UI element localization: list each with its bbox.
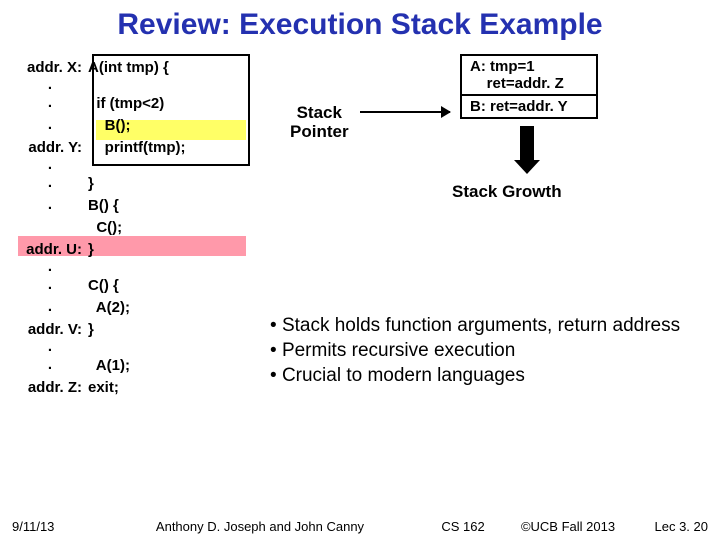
footer-lec: Lec 3. 20 — [638, 519, 708, 534]
footer-course: CS 162 — [428, 519, 498, 534]
bullet-list: Stack holds function arguments, return a… — [270, 314, 700, 390]
stack-growth-label: Stack Growth — [452, 182, 562, 202]
footer-copyright: ©UCB Fall 2013 — [498, 519, 638, 534]
addr-z: addr. Z: — [18, 379, 88, 396]
addr-y: addr. Y: — [18, 139, 88, 156]
bullet-item: Crucial to modern languages — [270, 364, 700, 387]
addr-x: addr. X: — [18, 59, 88, 76]
bullet-item: Permits recursive execution — [270, 339, 700, 362]
slide-title: Review: Execution Stack Example — [0, 0, 720, 56]
footer: 9/11/13 Anthony D. Joseph and John Canny… — [0, 519, 720, 534]
stack-pointer-label: Stack Pointer — [290, 104, 349, 141]
code-listing: addr. X:A(int tmp) { . . if (tmp<2) . B(… — [18, 56, 258, 398]
addr-v: addr. V: — [18, 321, 88, 338]
footer-authors: Anthony D. Joseph and John Canny — [92, 519, 428, 534]
stack-growth-arrow — [520, 126, 534, 162]
footer-date: 9/11/13 — [12, 519, 92, 534]
bullet-item: Stack holds function arguments, return a… — [270, 314, 700, 337]
frame-a: A: tmp=1 ret=addr. Z — [460, 54, 598, 96]
stack-pointer-arrow — [360, 111, 450, 113]
frame-b: B: ret=addr. Y — [460, 96, 598, 119]
addr-u: addr. U: — [18, 241, 88, 258]
